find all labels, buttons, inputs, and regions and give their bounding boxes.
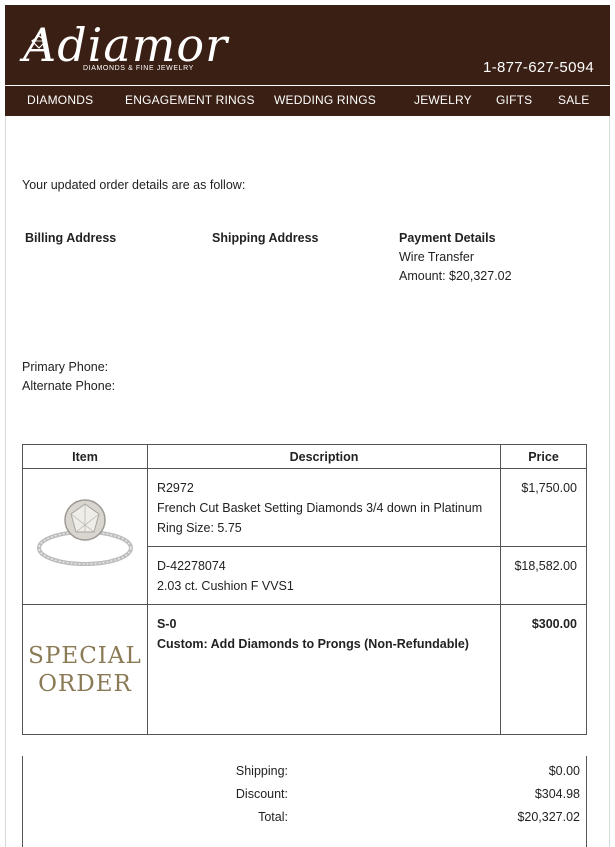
nav-item-sale[interactable]: SALE (558, 93, 590, 107)
item-price: $18,582.00 (500, 546, 587, 605)
item-description: S-0 Custom: Add Diamonds to Prongs (Non-… (146, 604, 502, 735)
discount-label: Discount: (235, 787, 288, 801)
shipping-label: Shipping: (235, 764, 288, 778)
total-value: $20,327.02 (517, 810, 580, 824)
item-sku: D-42278074 (156, 559, 226, 573)
item-price: $300.00 (500, 604, 587, 735)
special-order-word-1: SPECIAL (28, 642, 142, 669)
nav-item-gifts[interactable]: GIFTS (496, 93, 532, 107)
nav-item-diamonds[interactable]: DIAMONDS (27, 93, 93, 107)
nav-item-wedding-rings[interactable]: WEDDING RINGS (274, 93, 376, 107)
item-title: Custom: Add Diamonds to Prongs (Non-Refu… (156, 637, 469, 651)
payment-heading: Payment Details (399, 231, 496, 245)
item-sku: R2972 (156, 481, 194, 495)
total-label: Total: (258, 810, 288, 824)
payment-amount: Amount: $20,327.02 (399, 269, 512, 283)
special-order-image[interactable]: SPECIAL ORDER (23, 642, 147, 698)
item-description: D-42278074 2.03 ct. Cushion F VVS1 (146, 546, 502, 605)
phone-number[interactable]: 1-877-627-5094 (483, 59, 594, 76)
item-price: $1,750.00 (500, 468, 587, 547)
discount-value: $304.98 (534, 787, 580, 801)
nav-item-jewelry[interactable]: JEWELRY (414, 93, 472, 107)
column-header-item: Item (22, 444, 148, 469)
column-header-description: Description (146, 444, 502, 469)
nav-item-engagement-rings[interactable]: ENGAGEMENT RINGS (125, 93, 255, 107)
order-totals: Shipping: $0.00 Discount: $304.98 Total:… (22, 756, 587, 847)
ring-image-cell (22, 468, 148, 605)
shipping-value: $0.00 (548, 764, 580, 778)
primary-phone-label: Primary Phone: (22, 360, 109, 374)
main-nav: DIAMONDS ENGAGEMENT RINGS WEDDING RINGS … (5, 86, 610, 116)
item-ring-size: Ring Size: 5.75 (156, 521, 242, 535)
item-title: French Cut Basket Setting Diamonds 3/4 d… (156, 501, 483, 515)
payment-method: Wire Transfer (399, 250, 475, 264)
intro-text: Your updated order details are as follow… (22, 178, 246, 192)
table-row: SPECIAL ORDER S-0 Custom: Add Diamonds t… (22, 604, 587, 735)
item-description: R2972 French Cut Basket Setting Diamonds… (146, 468, 502, 547)
column-header-price: Price (500, 444, 587, 469)
table-row: R2972 French Cut Basket Setting Diamonds… (22, 468, 587, 605)
special-order-word-2: ORDER (38, 670, 132, 697)
billing-heading: Billing Address (25, 231, 117, 245)
shipping-heading: Shipping Address (212, 231, 319, 245)
alternate-phone-label: Alternate Phone: (22, 379, 116, 393)
ring-image[interactable] (30, 490, 140, 580)
order-items-table: Item Description Price R2972 French Cut … (22, 444, 587, 735)
brand-logo[interactable]: Adiamor (23, 19, 228, 71)
item-title: 2.03 ct. Cushion F VVS1 (156, 579, 294, 593)
brand-tagline: DIAMONDS & FINE JEWELRY (83, 65, 194, 72)
item-sku: S-0 (156, 617, 177, 631)
special-order-image-cell: SPECIAL ORDER (22, 604, 148, 735)
site-header: Adiamor DIAMONDS & FINE JEWELRY 1-877-62… (5, 5, 610, 85)
